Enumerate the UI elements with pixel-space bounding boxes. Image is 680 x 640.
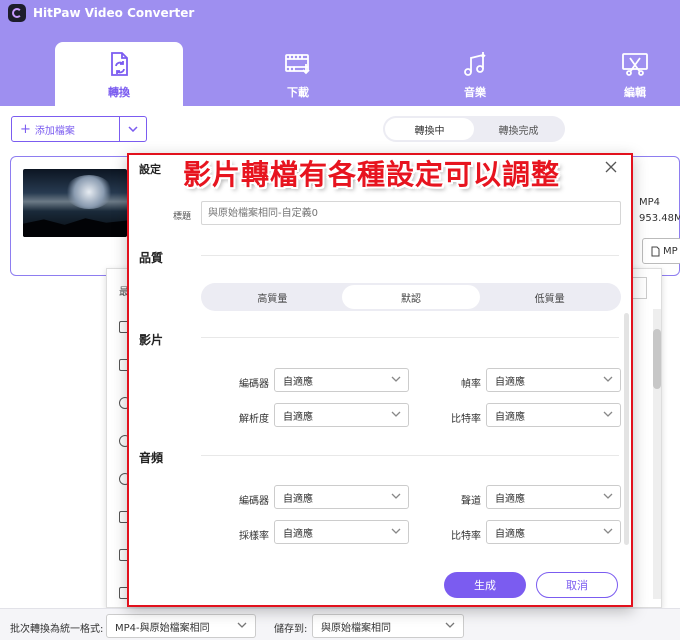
settings-dialog: 設定 影片轉檔有各種設定可以調整 標題 品質 高質量 默認 低質量 影片 編碼器… xyxy=(127,153,633,607)
app-title: HitPaw Video Converter xyxy=(33,6,195,20)
video-bitrate-value: 自適應 xyxy=(495,411,525,423)
video-encoder-select[interactable]: 自適應 xyxy=(274,368,409,392)
audio-channel-value: 自適應 xyxy=(495,493,525,505)
video-framerate-label: 幀率 xyxy=(461,379,481,390)
format-panel-scrollbar[interactable] xyxy=(653,309,661,599)
add-file-button-group: + 添加檔案 xyxy=(11,116,147,142)
output-format-label: MP xyxy=(663,245,678,257)
chevron-down-icon xyxy=(603,376,613,382)
tab-edit-label: 編輯 xyxy=(624,86,646,99)
chevron-down-icon xyxy=(603,493,613,499)
quality-default[interactable]: 默認 xyxy=(341,285,481,309)
quality-high[interactable]: 高質量 xyxy=(203,285,342,309)
audio-samplerate-label: 採樣率 xyxy=(239,531,269,542)
video-resolution-select[interactable]: 自適應 xyxy=(274,403,409,427)
tab-music-label: 音樂 xyxy=(464,86,486,99)
app-header: HitPaw Video Converter 轉換 下載 音樂 編輯 xyxy=(0,0,680,106)
video-thumbnail[interactable] xyxy=(23,169,127,237)
audio-divider xyxy=(201,455,619,456)
chevron-down-icon xyxy=(445,622,455,628)
audio-bitrate-select[interactable]: 自適應 xyxy=(486,520,621,544)
audio-bitrate-value: 自適應 xyxy=(495,528,525,540)
add-file-label: 添加檔案 xyxy=(34,125,75,137)
file-format: MP4 xyxy=(639,197,661,208)
scissors-edit-icon xyxy=(622,53,648,76)
segment-converted[interactable]: 轉換完成 xyxy=(474,118,563,140)
quality-low[interactable]: 低質量 xyxy=(480,285,619,309)
chevron-down-icon xyxy=(603,411,613,417)
tab-convert-label: 轉換 xyxy=(108,86,130,99)
video-resolution-label: 解析度 xyxy=(239,414,269,425)
chevron-down-icon xyxy=(391,528,401,534)
tab-music[interactable]: 音樂 xyxy=(411,42,539,106)
close-icon xyxy=(605,161,617,173)
video-encoder-value: 自適應 xyxy=(283,376,313,388)
video-bitrate-select[interactable]: 自適應 xyxy=(486,403,621,427)
chevron-down-icon xyxy=(128,126,138,132)
batch-format-select[interactable]: MP4-與原始檔案相同 xyxy=(106,614,256,638)
music-note-icon xyxy=(464,52,486,76)
audio-encoder-select[interactable]: 自適應 xyxy=(274,485,409,509)
quality-section-title: 品質 xyxy=(139,251,164,265)
file-convert-icon xyxy=(111,52,128,76)
audio-section-title: 音頻 xyxy=(139,451,164,465)
name-label: 標題 xyxy=(173,212,192,222)
save-path-value: 與原始檔案相同 xyxy=(321,622,391,634)
dialog-scrollbar[interactable] xyxy=(624,313,629,545)
chevron-down-icon xyxy=(391,411,401,417)
close-button[interactable] xyxy=(602,158,620,176)
video-section-title: 影片 xyxy=(139,333,164,347)
audio-samplerate-value: 自適應 xyxy=(283,528,313,540)
save-to-label: 儲存到: xyxy=(274,624,308,635)
hitpaw-logo-icon xyxy=(8,4,26,22)
video-bitrate-label: 比特率 xyxy=(451,414,481,425)
create-button[interactable]: 生成 xyxy=(444,572,526,598)
chevron-down-icon xyxy=(391,376,401,382)
chevron-down-icon xyxy=(603,528,613,534)
audio-encoder-label: 編碼器 xyxy=(239,496,269,507)
name-input[interactable] xyxy=(201,201,621,225)
add-file-dropdown[interactable] xyxy=(120,117,146,141)
annotation-text: 影片轉檔有各種設定可以調整 xyxy=(183,158,561,191)
file-icon xyxy=(651,246,660,256)
tab-download[interactable]: 下載 xyxy=(234,42,362,106)
quality-divider xyxy=(201,255,619,256)
file-size: 953.48MB xyxy=(639,213,680,224)
audio-channel-label: 聲道 xyxy=(461,496,481,507)
tab-edit[interactable]: 編輯 xyxy=(590,42,680,106)
save-path-select[interactable]: 與原始檔案相同 xyxy=(312,614,464,638)
video-encoder-label: 編碼器 xyxy=(239,379,269,390)
batch-convert-label: 批次轉換為統一格式: xyxy=(10,624,104,635)
bottom-bar: 批次轉換為統一格式: MP4-與原始檔案相同 儲存到: 與原始檔案相同 xyxy=(0,608,680,640)
dialog-title: 設定 xyxy=(139,163,161,176)
video-framerate-value: 自適應 xyxy=(495,376,525,388)
cancel-button[interactable]: 取消 xyxy=(536,572,618,598)
quality-toggle: 高質量 默認 低質量 xyxy=(201,283,621,311)
tab-convert[interactable]: 轉換 xyxy=(55,42,183,106)
app-title-bar: HitPaw Video Converter xyxy=(8,4,194,22)
video-resolution-value: 自適應 xyxy=(283,411,313,423)
segment-converting[interactable]: 轉換中 xyxy=(385,118,474,140)
tab-download-label: 下載 xyxy=(287,86,309,99)
video-framerate-select[interactable]: 自適應 xyxy=(486,368,621,392)
video-divider xyxy=(201,337,619,338)
chevron-down-icon xyxy=(391,493,401,499)
convert-status-toggle: 轉換中 轉換完成 xyxy=(383,116,565,142)
audio-channel-select[interactable]: 自適應 xyxy=(486,485,621,509)
add-file-button[interactable]: + 添加檔案 xyxy=(12,117,120,141)
chevron-down-icon xyxy=(237,622,247,628)
batch-format-value: MP4-與原始檔案相同 xyxy=(115,622,210,634)
audio-encoder-value: 自適應 xyxy=(283,493,313,505)
film-download-icon xyxy=(285,54,310,75)
output-format-button[interactable]: MP xyxy=(642,238,680,264)
plus-icon: + xyxy=(20,121,31,137)
audio-samplerate-select[interactable]: 自適應 xyxy=(274,520,409,544)
audio-bitrate-label: 比特率 xyxy=(451,531,481,542)
